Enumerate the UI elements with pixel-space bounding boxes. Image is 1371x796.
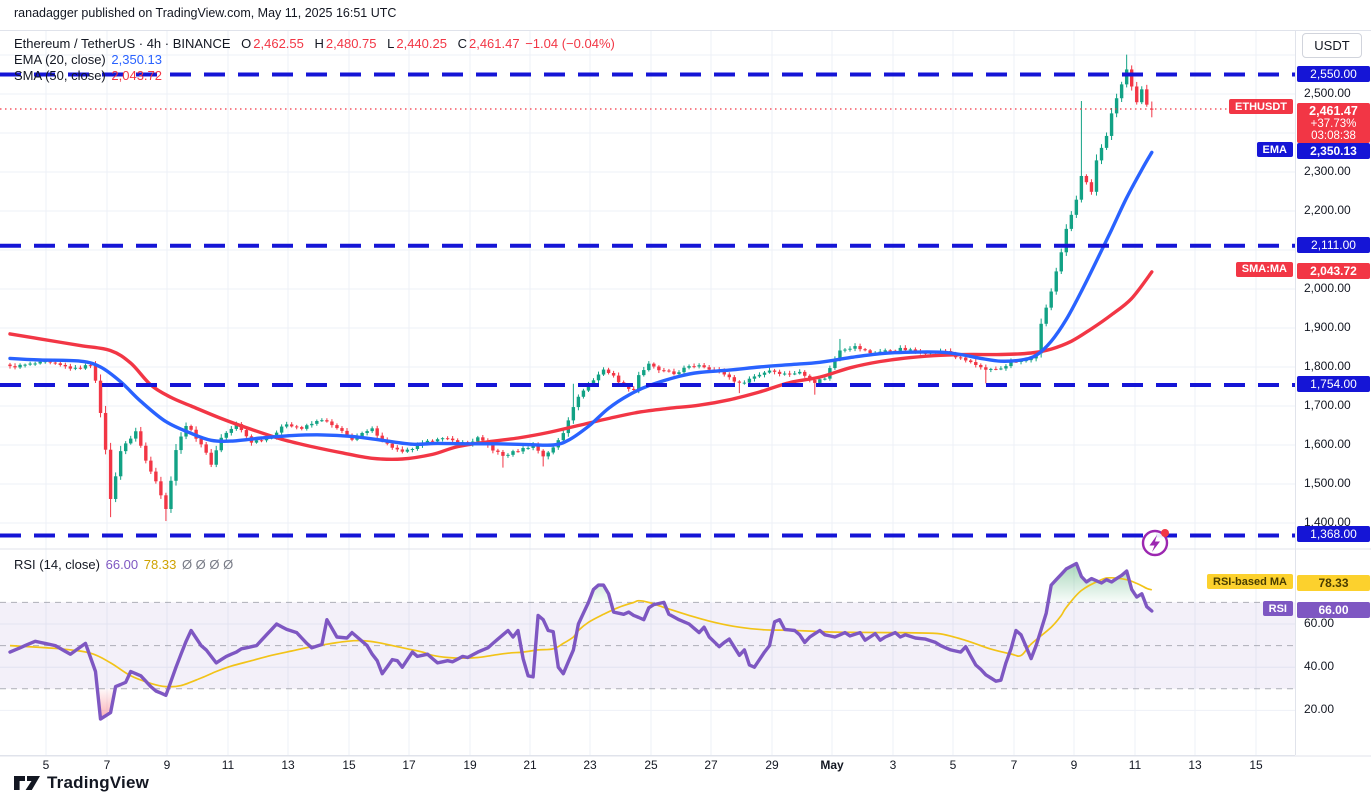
spark-lightning-icon[interactable] [1143,529,1169,555]
rsi-empty-values: Ø Ø Ø Ø [182,557,233,572]
price-tick-label: 2,200.00 [1304,203,1351,217]
symbol-badge-price: 2,461.47 [1297,104,1370,118]
rsi-line-tag: RSI-based MA [1207,574,1293,589]
candlestick-series [8,55,1153,521]
open-value: 2,462.55 [253,36,304,51]
price-level-badge: 2,111.00 [1297,237,1370,253]
price-tick-label: 1,500.00 [1304,476,1351,490]
sma-value: 2,043.72 [111,68,162,83]
currency-toggle-button[interactable]: USDT [1302,33,1362,58]
rsi-value-badge: 66.00 [1297,602,1370,618]
price-line-tag: SMA:MA [1236,262,1293,277]
open-key: O [241,36,251,51]
price-tick-label: 2,000.00 [1304,281,1351,295]
rsi-tick-label: 20.00 [1304,702,1334,716]
tradingview-brand[interactable]: TradingView [14,770,149,796]
time-tick-label: 15 [342,758,355,772]
time-tick-label: 29 [765,758,778,772]
time-tick-label: 9 [1071,758,1078,772]
price-level-badge: 2,550.00 [1297,66,1370,82]
publisher-line: ranadagger published on TradingView.com,… [14,6,396,20]
time-tick-label: 13 [281,758,294,772]
chart-canvas[interactable] [0,31,1371,771]
symbol-price-badge: 2,461.47+37.73%03:08:38 [1297,103,1370,143]
ema-value-badge: 2,350.13 [1297,143,1370,159]
ema-label: EMA (20, close) [14,52,106,67]
time-tick-label: 5 [950,758,957,772]
price-axis[interactable]: 2,500.00 2,300.00 2,200.00 2,000.00 1,900.00… [1295,30,1371,755]
footer-bar: TradingView [0,770,1371,796]
symbol-badge-percent: +37.73% [1297,118,1370,130]
time-tick-label: 3 [890,758,897,772]
symbol-legend-row[interactable]: Ethereum / TetherUS · 4h · BINANCE O2,46… [14,36,615,51]
price-line-tag: ETHUSDT [1229,99,1293,114]
rsi-tick-label: 60.00 [1304,616,1334,630]
rsi-ma-value: 78.33 [144,557,177,572]
time-tick-label: 25 [644,758,657,772]
sma-value-badge: 2,043.72 [1297,263,1370,279]
time-tick-label: 5 [43,758,50,772]
low-key: L [387,36,394,51]
rsi-value-badge: 78.33 [1297,575,1370,591]
symbol-title: Ethereum / TetherUS · 4h · BINANCE [14,36,231,51]
time-tick-label: 7 [104,758,111,772]
price-tick-label: 1,700.00 [1304,398,1351,412]
ema-value: 2,350.13 [111,52,162,67]
time-tick-label: 9 [164,758,171,772]
symbol-badge-countdown: 03:08:38 [1297,130,1370,142]
time-tick-label: 17 [402,758,415,772]
rsi-band [0,602,1295,688]
low-value: 2,440.25 [396,36,447,51]
sma-legend-row[interactable]: SMA (50, close) 2,043.72 [14,68,162,83]
time-tick-label: 19 [463,758,476,772]
time-axis[interactable]: 5 7 9 11 13 15 17 19 21 23 25 27 29 May 3 5 7 9 11 13 15 [0,755,1295,771]
chart-frame [0,30,1371,771]
price-tick-label: 1,800.00 [1304,359,1351,373]
time-tick-label: 13 [1188,758,1201,772]
price-line-tag: EMA [1257,142,1293,157]
price-level-badge: 1,368.00 [1297,526,1370,542]
price-tick-label: 1,600.00 [1304,437,1351,451]
change-value: −1.04 (−0.04%) [525,36,615,51]
tradingview-logo-icon [14,775,41,791]
time-tick-label: 21 [523,758,536,772]
rsi-label: RSI (14, close) [14,557,100,572]
rsi-line-tag: RSI [1263,601,1293,616]
high-value: 2,480.75 [326,36,377,51]
time-tick-label: 27 [704,758,717,772]
sma-label: SMA (50, close) [14,68,106,83]
price-tick-label: 1,900.00 [1304,320,1351,334]
tradingview-chart-page: ranadagger published on TradingView.com,… [0,0,1371,796]
high-key: H [315,36,324,51]
time-tick-label: 7 [1011,758,1018,772]
horizontal-level-lines[interactable] [0,75,1295,536]
time-tick-label: 11 [1129,758,1141,772]
rsi-tick-label: 40.00 [1304,659,1334,673]
time-tick-label: May [820,758,843,772]
close-value: 2,461.47 [469,36,520,51]
time-tick-label: 15 [1249,758,1262,772]
close-key: C [458,36,467,51]
time-tick-label: 23 [583,758,596,772]
ema-legend-row[interactable]: EMA (20, close) 2,350.13 [14,52,162,67]
price-tick-label: 2,500.00 [1304,86,1351,100]
price-tick-label: 2,300.00 [1304,164,1351,178]
tradingview-brand-text: TradingView [47,773,149,793]
price-level-badge: 1,754.00 [1297,376,1370,392]
rsi-value: 66.00 [106,557,139,572]
time-tick-label: 11 [222,758,234,772]
rsi-legend-row[interactable]: RSI (14, close) 66.00 78.33 Ø Ø Ø Ø [14,557,233,572]
